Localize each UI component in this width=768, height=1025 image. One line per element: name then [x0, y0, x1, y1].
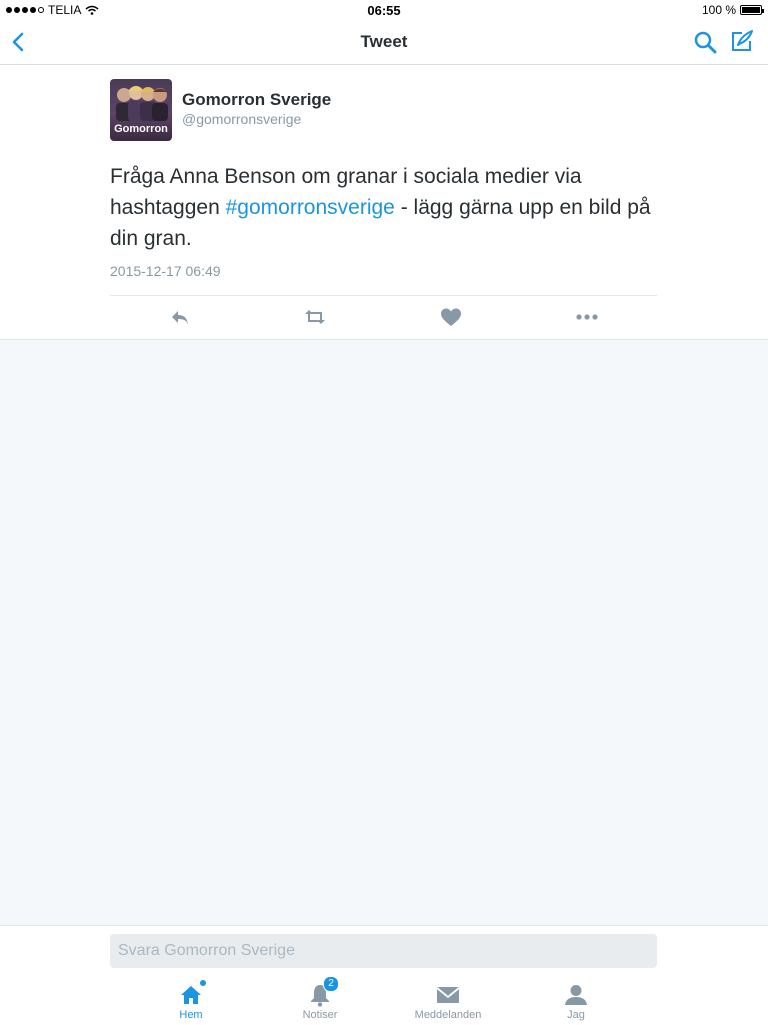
- tab-messages[interactable]: Meddelanden: [403, 982, 493, 1021]
- tweet-text: Fråga Anna Benson om granar i sociala me…: [110, 161, 660, 254]
- search-icon[interactable]: [693, 30, 717, 54]
- tab-notifications[interactable]: 2 Notiser: [275, 976, 365, 1021]
- notification-badge: 2: [323, 976, 339, 992]
- reply-icon[interactable]: [168, 305, 192, 329]
- avatar[interactable]: Gomorron: [110, 79, 172, 141]
- tweet-detail: Gomorron Gomorron Sverige @gomorronsveri…: [0, 65, 768, 340]
- divider: [110, 295, 657, 296]
- like-icon[interactable]: [439, 305, 463, 329]
- reply-input[interactable]: [110, 934, 657, 968]
- tab-label: Meddelanden: [414, 1009, 482, 1021]
- battery-percent: 100 %: [701, 3, 736, 17]
- battery-status: 100 %: [701, 3, 764, 17]
- tab-me[interactable]: Jag: [531, 982, 621, 1021]
- more-icon[interactable]: [575, 305, 599, 329]
- avatar-people-image: [116, 86, 168, 121]
- avatar-logo-text: Gomorron: [114, 123, 168, 135]
- status-bar: TELIA 06:55 100 %: [0, 0, 768, 20]
- author-handle[interactable]: @gomorronsverige: [182, 111, 301, 127]
- tab-label: Notiser: [302, 1009, 338, 1021]
- navigation-bar: Tweet: [0, 20, 768, 65]
- tab-label: Hem: [179, 1009, 203, 1021]
- hashtag-link[interactable]: #gomorronsverige: [226, 196, 395, 219]
- person-icon: [563, 982, 589, 1008]
- page-title: Tweet: [360, 32, 408, 51]
- tab-home[interactable]: Hem: [146, 980, 236, 1021]
- compose-icon[interactable]: [730, 29, 754, 53]
- new-content-dot: [200, 980, 206, 986]
- author-name[interactable]: Gomorron Sverige: [182, 90, 331, 110]
- home-icon: [178, 980, 206, 1008]
- bell-icon: 2: [307, 976, 339, 1008]
- battery-icon: [740, 5, 764, 15]
- tab-label: Jag: [567, 1009, 585, 1021]
- bottom-bar: Hem 2 Notiser Meddelanden Jag: [0, 925, 768, 1025]
- tweet-timestamp: 2015-12-17 06:49: [110, 263, 221, 279]
- status-time: 06:55: [367, 3, 401, 18]
- envelope-icon: [435, 982, 461, 1008]
- retweet-icon[interactable]: [303, 305, 327, 329]
